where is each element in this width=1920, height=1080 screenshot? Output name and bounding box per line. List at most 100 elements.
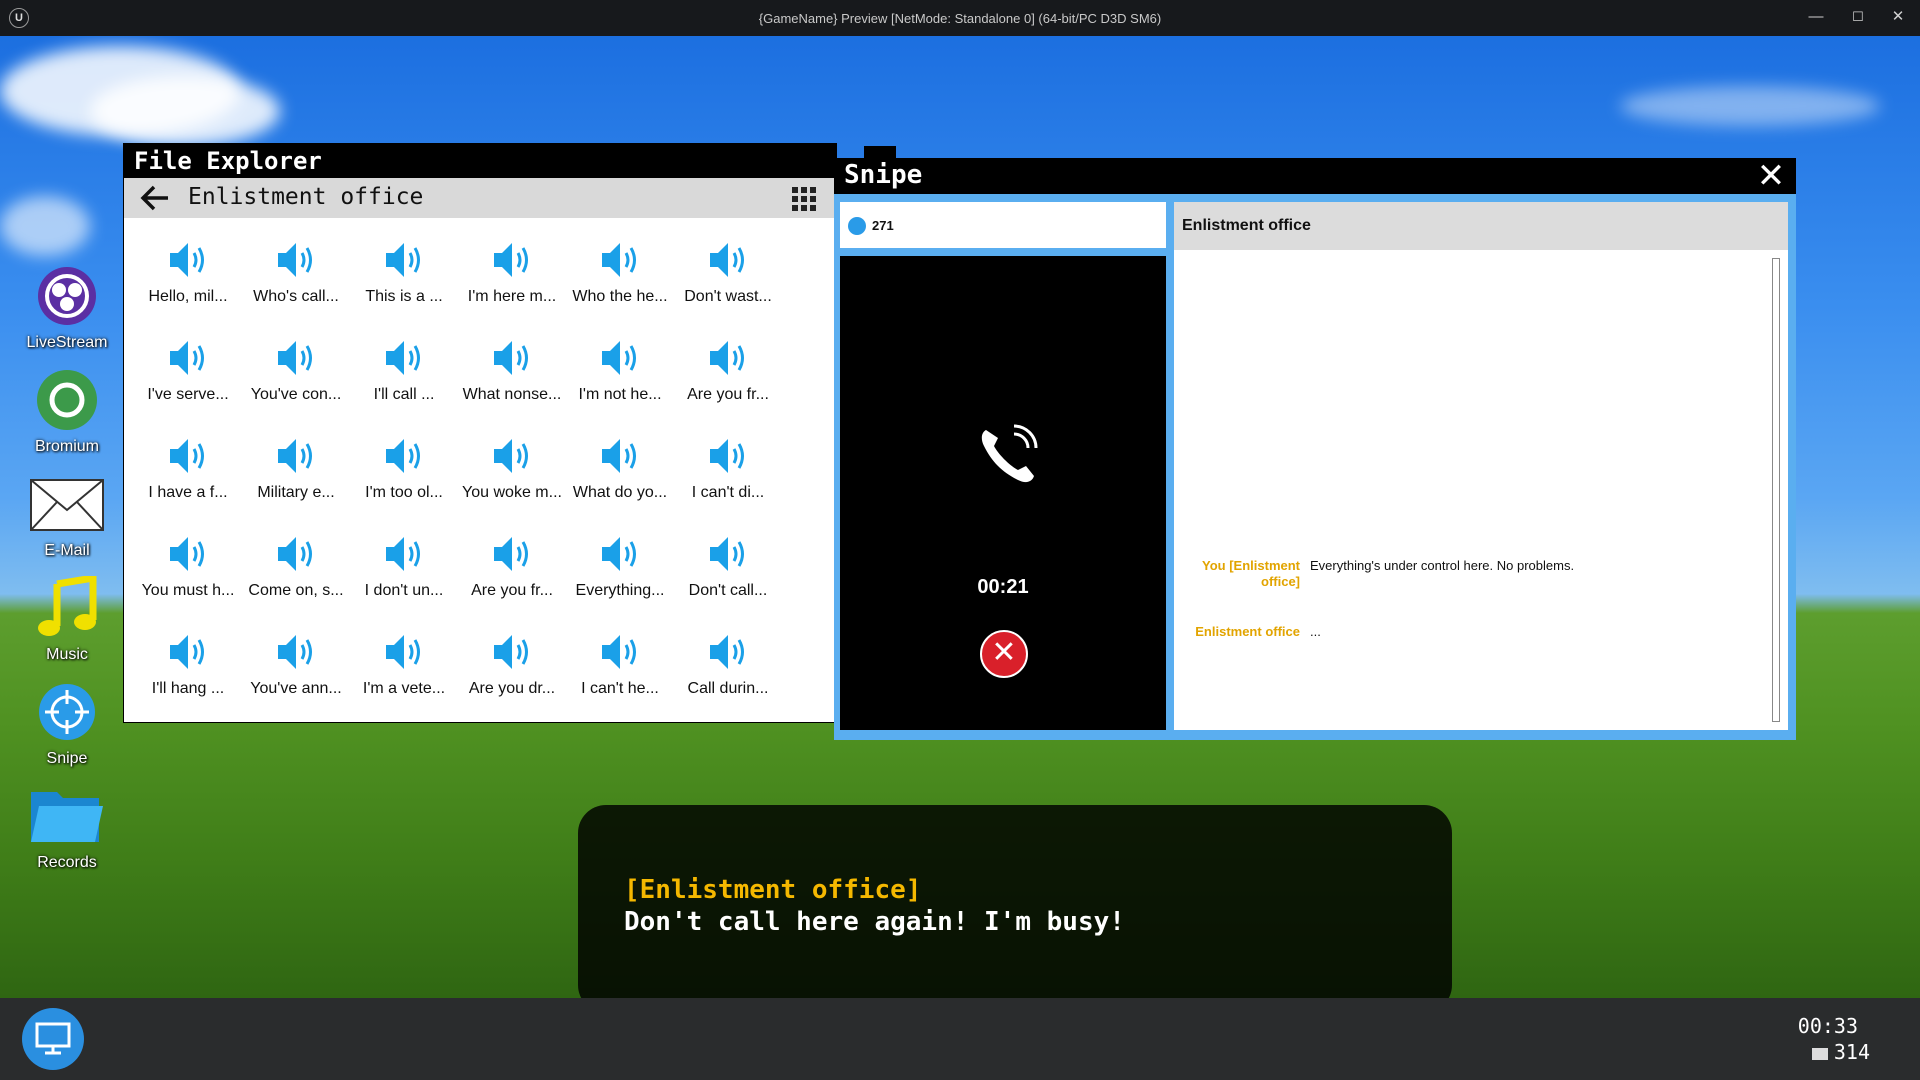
speaker-icon bbox=[276, 434, 320, 478]
speaker-icon bbox=[492, 630, 536, 674]
mail-icon bbox=[30, 472, 104, 536]
audio-file[interactable]: Are you fr... bbox=[674, 322, 782, 418]
call-panel: 00:21 ✕ bbox=[840, 256, 1166, 730]
subtitle-speaker: [Enlistment office] bbox=[624, 875, 922, 905]
speaker-icon bbox=[384, 630, 428, 674]
audio-file[interactable]: I can't di... bbox=[674, 420, 782, 516]
audio-file[interactable]: Come on, s... bbox=[242, 518, 350, 614]
snipe-icon bbox=[35, 680, 99, 744]
speaker-icon bbox=[492, 434, 536, 478]
file-name: What nonse... bbox=[462, 386, 562, 403]
back-arrow-icon[interactable] bbox=[140, 184, 170, 212]
coin-value: 314 bbox=[1833, 1040, 1870, 1064]
audio-file[interactable]: I don't un... bbox=[350, 518, 458, 614]
speaker-icon bbox=[492, 238, 536, 282]
audio-file[interactable]: Hello, mil... bbox=[134, 224, 242, 320]
audio-file[interactable]: I'll call ... bbox=[350, 322, 458, 418]
file-name: I'm a vete... bbox=[362, 680, 446, 697]
audio-file[interactable]: You've con... bbox=[242, 322, 350, 418]
audio-file[interactable]: I'm too ol... bbox=[350, 420, 458, 516]
clock: 00:33 bbox=[1797, 1014, 1858, 1038]
subtitle-line: Don't call here again! I'm busy! bbox=[624, 907, 1125, 937]
audio-file[interactable]: You woke m... bbox=[458, 420, 566, 516]
file-grid: Hello, mil... Who's call... This is a ... I… bbox=[124, 218, 836, 722]
message-text: ... bbox=[1310, 624, 1321, 639]
audio-file[interactable]: Who's call... bbox=[242, 224, 350, 320]
speaker-icon bbox=[708, 532, 752, 576]
audio-file[interactable]: I'm here m... bbox=[458, 224, 566, 320]
file-name: You've con... bbox=[250, 386, 342, 403]
audio-file[interactable]: This is a ... bbox=[350, 224, 458, 320]
audio-file[interactable]: I've serve... bbox=[134, 322, 242, 418]
speaker-icon bbox=[276, 238, 320, 282]
desktop-icon-snipe[interactable]: Snipe bbox=[8, 680, 126, 768]
file-name: I'm here m... bbox=[467, 288, 557, 305]
chat-scrollbar[interactable] bbox=[1772, 258, 1780, 722]
audio-file[interactable]: Are you fr... bbox=[458, 518, 566, 614]
file-name: Are you dr... bbox=[468, 680, 556, 697]
audio-file[interactable]: I have a f... bbox=[134, 420, 242, 516]
file-name: Don't call... bbox=[688, 582, 768, 599]
desktop-icon-label: Records bbox=[37, 854, 97, 871]
contact-entry[interactable]: 271 bbox=[840, 202, 1166, 248]
audio-file[interactable]: Don't call... bbox=[674, 518, 782, 614]
maximize-button[interactable]: ☐ bbox=[1840, 4, 1876, 30]
audio-file[interactable]: I'm a vete... bbox=[350, 616, 458, 712]
folder-icon bbox=[31, 784, 103, 848]
audio-file[interactable]: Are you dr... bbox=[458, 616, 566, 712]
audio-file[interactable]: I'm not he... bbox=[566, 322, 674, 418]
snipe-close-button[interactable]: ✕ bbox=[1756, 159, 1786, 193]
speaker-icon bbox=[708, 336, 752, 380]
file-name: I can't di... bbox=[691, 484, 765, 501]
file-name: Everything... bbox=[575, 582, 665, 599]
audio-file[interactable]: You've ann... bbox=[242, 616, 350, 712]
speaker-icon bbox=[384, 238, 428, 282]
audio-file[interactable]: I can't he... bbox=[566, 616, 674, 712]
speaker-icon bbox=[168, 434, 212, 478]
chat-header: Enlistment office bbox=[1174, 202, 1788, 250]
music-icon bbox=[35, 573, 99, 640]
audio-file[interactable]: Who the he... bbox=[566, 224, 674, 320]
audio-file[interactable]: What do yo... bbox=[566, 420, 674, 516]
audio-file[interactable]: Call durin... bbox=[674, 616, 782, 712]
audio-file[interactable]: You must h... bbox=[134, 518, 242, 614]
file-name: Hello, mil... bbox=[148, 288, 228, 305]
audio-file[interactable]: Don't wast... bbox=[674, 224, 782, 320]
message-text: Everything's under control here. No prob… bbox=[1310, 558, 1575, 573]
desktop-icon-music[interactable]: Music bbox=[8, 573, 126, 664]
audio-file[interactable]: What nonse... bbox=[458, 322, 566, 418]
desktop-icon-livestream[interactable]: LiveStream bbox=[8, 264, 126, 352]
desktop-icon-email[interactable]: E-Mail bbox=[8, 472, 126, 560]
file-name: I'm not he... bbox=[578, 386, 662, 403]
file-name: This is a ... bbox=[365, 288, 443, 305]
file-name: You woke m... bbox=[462, 484, 562, 501]
desktop-icon-bromium[interactable]: Bromium bbox=[8, 368, 126, 456]
snipe-contact-icon bbox=[848, 217, 866, 235]
chat-panel: Enlistment office You [Enlistment office… bbox=[1174, 202, 1788, 730]
speaker-icon bbox=[600, 434, 644, 478]
speaker-icon bbox=[384, 336, 428, 380]
speaker-icon bbox=[276, 630, 320, 674]
audio-file[interactable]: I'll hang ... bbox=[134, 616, 242, 712]
speaker-icon bbox=[492, 336, 536, 380]
file-name: I don't un... bbox=[364, 582, 444, 599]
coin-counter: 314 bbox=[1811, 1040, 1870, 1064]
audio-file[interactable]: Everything... bbox=[566, 518, 674, 614]
desktop-icon-label: Music bbox=[46, 646, 88, 663]
desktop-icon-records[interactable]: Records bbox=[8, 784, 126, 872]
speaker-icon bbox=[384, 532, 428, 576]
snipe-titlebar: Snipe ✕ bbox=[834, 158, 1796, 194]
window-close-button[interactable]: ✕ bbox=[1880, 4, 1916, 30]
message-sender: You [Enlistment office] bbox=[1202, 558, 1300, 589]
minimize-button[interactable]: — bbox=[1798, 4, 1834, 30]
speaker-icon bbox=[708, 630, 752, 674]
hangup-button[interactable]: ✕ bbox=[980, 630, 1028, 678]
speaker-icon bbox=[600, 336, 644, 380]
start-button[interactable] bbox=[22, 1008, 84, 1070]
speaker-icon bbox=[600, 238, 644, 282]
file-name: Military e... bbox=[257, 484, 335, 501]
grid-view-icon[interactable] bbox=[792, 187, 816, 211]
window-titlebar: U {GameName} Preview [NetMode: Standalon… bbox=[0, 0, 1920, 36]
desktop-icon-label: Snipe bbox=[46, 750, 88, 767]
audio-file[interactable]: Military e... bbox=[242, 420, 350, 516]
